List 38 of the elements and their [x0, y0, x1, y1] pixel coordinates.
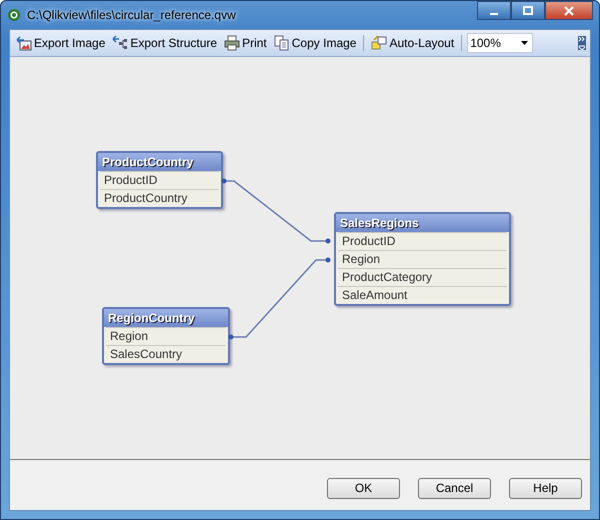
maximize-icon — [523, 6, 533, 16]
field-name: SalesCountry — [106, 345, 226, 363]
dialog-button[interactable]: Help — [509, 478, 582, 498]
export-image-button[interactable]: Export Image — [14, 35, 108, 51]
field-name: ProductID — [338, 232, 507, 250]
minimize-icon — [490, 12, 498, 14]
dropdown-arrow-icon — [521, 41, 528, 45]
minimize-button[interactable] — [477, 1, 511, 20]
export-structure-button[interactable]: Export Structure — [110, 35, 220, 51]
dialog-button[interactable]: Cancel — [418, 478, 491, 498]
field-name: SaleAmount — [338, 286, 507, 304]
field-name: Region — [338, 250, 507, 268]
window-title: C:\Qlikview\files\circular_reference.qvw — [27, 8, 236, 22]
auto-layout-button[interactable]: Auto-Layout — [369, 35, 456, 51]
table-box[interactable]: SalesRegions ProductID Region ProductCategory SaleAmount — [334, 212, 511, 306]
field-name: Region — [106, 327, 226, 345]
toolbar-overflow-icon[interactable] — [578, 36, 586, 50]
printer-icon — [224, 35, 240, 51]
field-name: ProductCategory — [338, 268, 507, 286]
tree-structure-icon — [112, 35, 128, 51]
print-button[interactable]: Print — [222, 35, 269, 51]
table-name: SalesRegions — [336, 214, 509, 232]
export-image-icon — [16, 35, 32, 51]
close-button[interactable] — [545, 1, 593, 20]
dialog-button[interactable]: OK — [327, 478, 400, 498]
field-name: ProductCountry — [100, 189, 219, 207]
zoom-dropdown[interactable]: 100% — [467, 33, 534, 53]
copy-image-button[interactable]: Copy Image — [272, 35, 358, 51]
layout-icon — [371, 35, 388, 51]
table-box[interactable]: RegionCountry Region SalesCountry — [102, 307, 230, 365]
table-name: ProductCountry — [98, 153, 221, 171]
field-name: ProductID — [100, 171, 219, 189]
copy-icon — [274, 35, 290, 51]
maximize-button[interactable] — [511, 1, 545, 20]
table-box[interactable]: ProductCountry ProductID ProductCountry — [96, 151, 223, 209]
app-icon — [7, 8, 21, 22]
close-icon — [564, 6, 574, 16]
table-name: RegionCountry — [104, 309, 228, 327]
